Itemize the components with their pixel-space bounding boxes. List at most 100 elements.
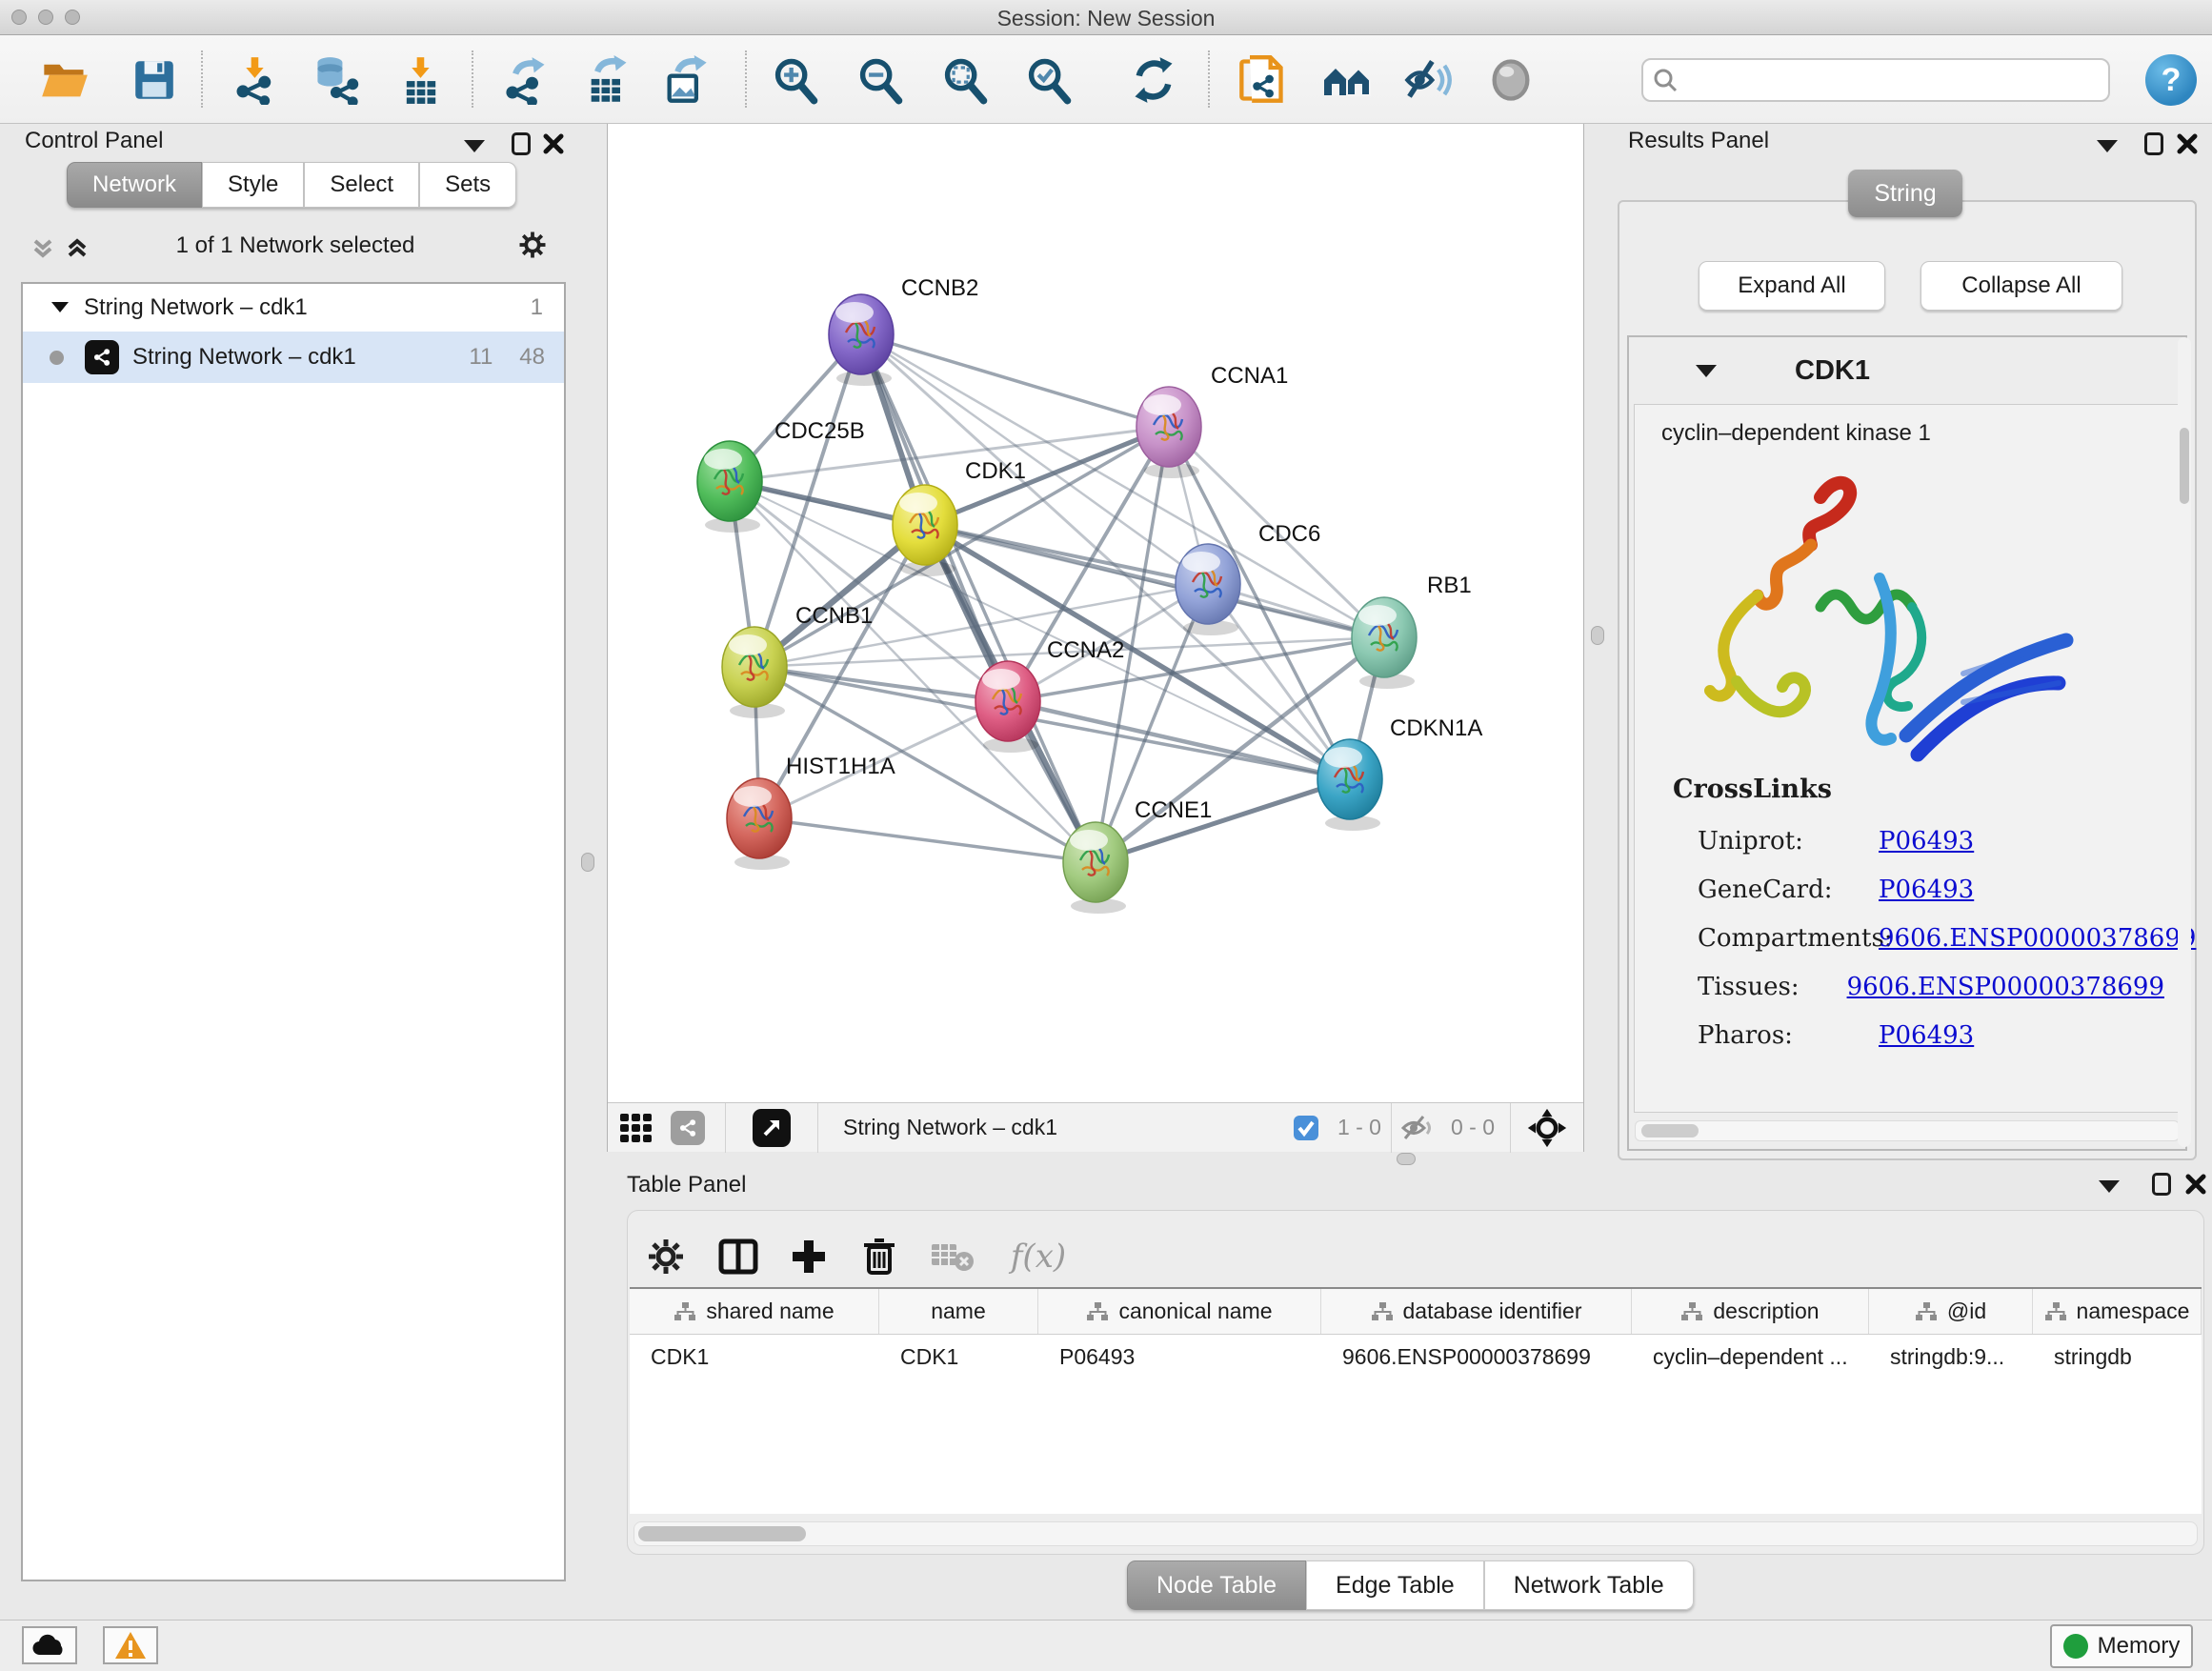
tab-style[interactable]: Style <box>202 162 304 208</box>
protein-section-header[interactable]: CDK1 <box>1629 337 2185 404</box>
eye-slash-button[interactable] <box>1401 52 1455 108</box>
network-canvas[interactable]: CCNB2CCNA1CDC25BCDK1CDC6RB1CCNB1CCNA2CDK… <box>608 124 1583 1102</box>
add-column-icon[interactable] <box>786 1234 832 1279</box>
column-header-canonical-name[interactable]: canonical name <box>1038 1289 1321 1334</box>
expand-all-button[interactable]: Expand All <box>1699 261 1885 311</box>
control-panel-close-icon[interactable] <box>539 130 568 158</box>
hidden-eye-icon[interactable] <box>1400 1114 1433 1142</box>
document-share-button[interactable] <box>1236 52 1289 108</box>
crosslink-link[interactable]: P06493 <box>1879 1021 1974 1050</box>
collapse-all-icon[interactable] <box>29 234 57 263</box>
left-splitter-grip[interactable] <box>581 853 594 872</box>
warnings-button[interactable] <box>103 1626 158 1664</box>
apply-layout-button[interactable] <box>1127 52 1180 108</box>
search-box[interactable] <box>1641 58 2110 102</box>
network-edge[interactable] <box>861 334 1096 862</box>
network-node-hist1h1a[interactable] <box>727 778 792 870</box>
zoom-in-button[interactable] <box>769 52 822 108</box>
detach-view-icon[interactable] <box>753 1109 791 1147</box>
results-horizontal-scrollbar[interactable] <box>1635 1120 2180 1141</box>
network-options-gear-icon[interactable] <box>518 231 547 259</box>
tab-sets[interactable]: Sets <box>419 162 516 208</box>
results-panel-close-icon[interactable] <box>2173 130 2202 158</box>
crosslink-link[interactable]: 9606.ENSP00000378699 <box>1879 924 2196 953</box>
table-horizontal-scrollbar[interactable] <box>633 1521 2198 1546</box>
control-panel-menu-icon[interactable] <box>460 131 489 160</box>
scrollbar-thumb[interactable] <box>1641 1124 1699 1137</box>
expand-all-icon[interactable] <box>63 234 91 263</box>
network-share-icon[interactable] <box>671 1111 705 1145</box>
export-image-button[interactable] <box>659 52 713 108</box>
import-network-database-button[interactable] <box>311 52 364 108</box>
right-splitter-grip[interactable] <box>1591 626 1604 645</box>
open-session-button[interactable] <box>38 52 91 108</box>
tab-network[interactable]: Network <box>67 162 202 208</box>
grid-view-icon[interactable] <box>619 1113 654 1143</box>
network-collection-row[interactable]: String Network – cdk1 1 <box>23 284 564 332</box>
tab-node-table[interactable]: Node Table <box>1127 1560 1306 1610</box>
network-edge[interactable] <box>1008 701 1350 779</box>
tab-edge-table[interactable]: Edge Table <box>1306 1560 1484 1610</box>
column-header-database-identifier[interactable]: database identifier <box>1321 1289 1632 1334</box>
column-header--id[interactable]: @id <box>1869 1289 2033 1334</box>
network-node-ccnb2[interactable] <box>829 294 894 386</box>
tab-network-table[interactable]: Network Table <box>1484 1560 1694 1610</box>
delete-column-trash-icon[interactable] <box>856 1234 902 1279</box>
save-session-button[interactable] <box>128 52 181 108</box>
column-header-namespace[interactable]: namespace <box>2033 1289 2202 1334</box>
import-table-button[interactable] <box>394 52 448 108</box>
eye-button[interactable] <box>1484 52 1538 108</box>
results-panel-float-icon[interactable] <box>2140 130 2168 158</box>
houses-button[interactable] <box>1320 52 1374 108</box>
table-panel-close-icon[interactable] <box>2182 1170 2210 1198</box>
control-panel-float-icon[interactable] <box>507 130 535 158</box>
crosslink-link[interactable]: P06493 <box>1879 876 1974 904</box>
results-panel-menu-icon[interactable] <box>2093 131 2122 160</box>
crosslink-link[interactable]: P06493 <box>1879 827 1974 856</box>
import-network-file-button[interactable] <box>229 52 282 108</box>
table-panel-float-icon[interactable] <box>2147 1170 2176 1198</box>
selected-checkbox[interactable] <box>1293 1115 1319 1141</box>
network-node-rb1[interactable] <box>1352 597 1417 689</box>
search-input[interactable] <box>1687 68 2108 92</box>
column-header-label: shared name <box>706 1299 834 1324</box>
collapse-all-button[interactable]: Collapse All <box>1920 261 2122 311</box>
scrollbar-thumb[interactable] <box>638 1526 806 1541</box>
network-node-ccnb1[interactable] <box>722 627 787 718</box>
collection-expand-icon[interactable] <box>50 297 70 318</box>
crosslink-link[interactable]: 9606.ENSP00000378699 <box>1847 973 2164 1001</box>
cloud-button[interactable] <box>22 1626 77 1664</box>
network-edge[interactable] <box>861 334 1169 427</box>
column-header-name[interactable]: name <box>879 1289 1038 1334</box>
tab-string[interactable]: String <box>1848 170 1962 217</box>
network-edge[interactable] <box>759 818 1096 862</box>
column-header-shared-name[interactable]: shared name <box>630 1289 879 1334</box>
network-node-cdc6[interactable] <box>1176 544 1240 635</box>
help-button[interactable]: ? <box>2145 54 2197 106</box>
network-node-ccne1[interactable] <box>1063 822 1128 914</box>
column-header-description[interactable]: description <box>1632 1289 1869 1334</box>
table-settings-gear-icon[interactable] <box>643 1234 689 1279</box>
scrollbar-thumb[interactable] <box>2180 428 2189 504</box>
export-network-button[interactable] <box>499 52 553 108</box>
table-row[interactable]: CDK1CDK1P064939606.ENSP00000378699cyclin… <box>630 1335 2202 1379</box>
zoom-selected-button[interactable] <box>1022 52 1076 108</box>
section-collapse-icon[interactable] <box>1696 365 1717 377</box>
birds-eye-crosshair-icon[interactable] <box>1526 1107 1568 1149</box>
network-node-cdc25b[interactable] <box>697 441 762 533</box>
delete-table-icon[interactable] <box>929 1234 975 1279</box>
network-node-cdkn1a[interactable] <box>1317 739 1382 831</box>
network-row[interactable]: String Network – cdk1 11 48 <box>23 332 564 383</box>
network-edge[interactable] <box>861 334 1384 637</box>
memory-button[interactable]: Memory <box>2050 1624 2193 1668</box>
table-tabs: Node TableEdge TableNetwork Table <box>1127 1560 1694 1610</box>
function-builder-icon[interactable]: f(x) <box>995 1234 1081 1279</box>
zoom-out-button[interactable] <box>854 52 907 108</box>
tab-select[interactable]: Select <box>304 162 419 208</box>
fit-content-button[interactable] <box>938 52 992 108</box>
table-panel-menu-icon[interactable] <box>2095 1172 2123 1200</box>
show-columns-icon[interactable] <box>715 1234 761 1279</box>
results-vertical-scrollbar[interactable] <box>2178 337 2191 1147</box>
crosslink-label: Uniprot: <box>1698 827 1879 856</box>
export-table-button[interactable] <box>581 52 634 108</box>
